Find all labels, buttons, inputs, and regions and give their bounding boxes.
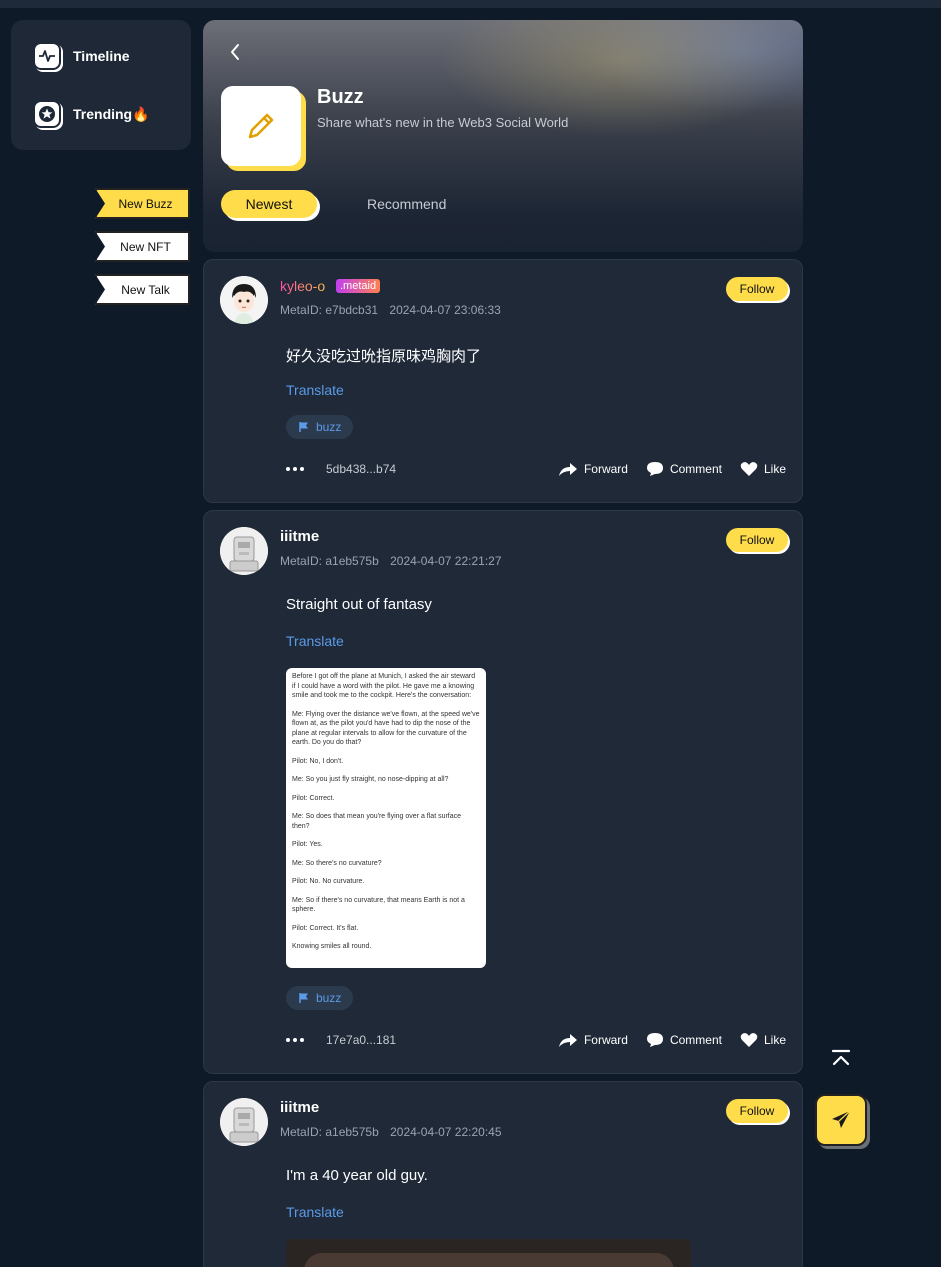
image-text: Me: So there's no curvature? (292, 859, 382, 867)
post-content: Straight out of fantasy (286, 596, 432, 613)
left-nav: Timeline Trending🔥 (11, 20, 191, 150)
image-text: Me: So does that mean you're flying over… (292, 813, 462, 830)
post-image[interactable]: Before I got off the plane at Munich, I … (286, 668, 486, 968)
image-text: Pilot: No, I don't. (292, 757, 344, 765)
post-content: 好久没吃过吮指原味鸡胸肉了 (286, 348, 482, 365)
timestamp: 2024-04-07 22:21:27 (390, 554, 502, 568)
buzz-header: Buzz Share what's new in the Web3 Social… (203, 20, 803, 252)
compose-button[interactable] (815, 1094, 867, 1146)
post-card: kyleo-o .metaid MetaID: e7bdcb31 2024-04… (203, 259, 803, 503)
comment-icon (646, 1033, 663, 1047)
timestamp: 2024-04-07 23:06:33 (389, 303, 501, 317)
tab-newest[interactable]: Newest (221, 190, 317, 218)
post-actions: 5db438...b74 Forward Comment Like (286, 459, 786, 479)
forward-icon (558, 463, 577, 476)
forward-button[interactable]: Forward (558, 461, 628, 477)
scroll-to-top-icon[interactable] (830, 1048, 852, 1070)
metaid: MetaID: e7bdcb31 (280, 303, 379, 317)
new-buzz-button[interactable]: New Buzz (95, 188, 190, 219)
image-text: Knowing smiles all round. (292, 943, 372, 950)
buzz-logo (221, 86, 301, 166)
more-icon[interactable] (286, 1038, 304, 1042)
post-card: iiitme MetaID: a1eb575b 2024-04-07 22:20… (203, 1081, 803, 1267)
post-image[interactable] (286, 1239, 691, 1267)
comment-button[interactable]: Comment (646, 1032, 722, 1048)
post-meta: MetaID: a1eb575b 2024-04-07 22:21:27 (280, 554, 502, 568)
translate-link[interactable]: Translate (286, 382, 344, 398)
forward-button[interactable]: Forward (558, 1032, 628, 1048)
translate-link[interactable]: Translate (286, 633, 344, 649)
follow-button[interactable]: Follow (726, 1099, 788, 1123)
image-text: Me: So if there's no curvature, that mea… (292, 896, 465, 914)
more-icon[interactable] (286, 467, 304, 471)
tag-buzz[interactable]: buzz (286, 986, 354, 1010)
new-talk-button[interactable]: New Talk (95, 274, 190, 305)
image-text: Me: Flying over the distance we've flown… (292, 710, 480, 747)
comment-button[interactable]: Comment (646, 461, 722, 477)
activity-icon (33, 42, 61, 70)
follow-button[interactable]: Follow (726, 277, 788, 301)
post-actions: 17e7a0...181 Forward Comment Like (286, 1030, 786, 1050)
back-arrow-icon[interactable] (225, 42, 245, 62)
avatar[interactable] (220, 276, 268, 324)
timestamp: 2024-04-07 22:20:45 (390, 1125, 502, 1139)
tx-id[interactable]: 17e7a0...181 (326, 1033, 396, 1047)
username[interactable]: iiitme (280, 1099, 319, 1116)
image-text: Pilot: Correct. It's flat. (292, 924, 359, 932)
post-content: I'm a 40 year old guy. (286, 1167, 428, 1184)
username[interactable]: kyleo-o (280, 278, 325, 294)
post-card: iiitme MetaID: a1eb575b 2024-04-07 22:21… (203, 510, 803, 1074)
avatar[interactable] (220, 1098, 268, 1146)
heart-icon (740, 462, 758, 476)
star-icon (33, 100, 61, 128)
metaid-badge: .metaid (336, 279, 381, 293)
tx-id[interactable]: 5db438...b74 (326, 462, 396, 476)
pencil-icon (248, 113, 274, 139)
flag-icon (299, 422, 308, 432)
heart-icon (740, 1033, 758, 1047)
username[interactable]: iiitme (280, 528, 319, 545)
image-text: Pilot: Yes. (292, 841, 323, 848)
nav-item-label: Trending🔥 (73, 105, 150, 122)
forward-icon (558, 1034, 577, 1047)
avatar[interactable] (220, 527, 268, 575)
nav-item-label: Timeline (73, 48, 130, 64)
new-nft-button[interactable]: New NFT (95, 231, 190, 262)
page-title: Buzz (317, 86, 364, 108)
like-button[interactable]: Like (740, 1032, 786, 1048)
nav-item-timeline[interactable]: Timeline (33, 42, 130, 70)
image-text: Pilot: Correct. (292, 794, 335, 802)
image-text: Before I got off the plane at Munich, I … (292, 673, 476, 699)
tag-buzz[interactable]: buzz (286, 415, 354, 439)
like-button[interactable]: Like (740, 461, 786, 477)
tab-recommend[interactable]: Recommend (367, 190, 446, 218)
comment-icon (646, 462, 663, 476)
metaid: MetaID: a1eb575b (280, 554, 379, 568)
send-icon (832, 1110, 851, 1128)
page-subtitle: Share what's new in the Web3 Social Worl… (317, 115, 569, 130)
follow-button[interactable]: Follow (726, 528, 788, 552)
post-meta: MetaID: e7bdcb31 2024-04-07 23:06:33 (280, 303, 501, 317)
top-bar (0, 0, 941, 8)
image-text: Pilot: No. No curvature. (292, 878, 365, 885)
post-meta: MetaID: a1eb575b 2024-04-07 22:20:45 (280, 1125, 502, 1139)
nav-item-trending[interactable]: Trending🔥 (33, 100, 150, 128)
translate-link[interactable]: Translate (286, 1204, 344, 1220)
flag-icon (299, 993, 308, 1003)
metaid: MetaID: a1eb575b (280, 1125, 379, 1139)
image-text: Me: So you just fly straight, no nose-di… (292, 776, 449, 783)
